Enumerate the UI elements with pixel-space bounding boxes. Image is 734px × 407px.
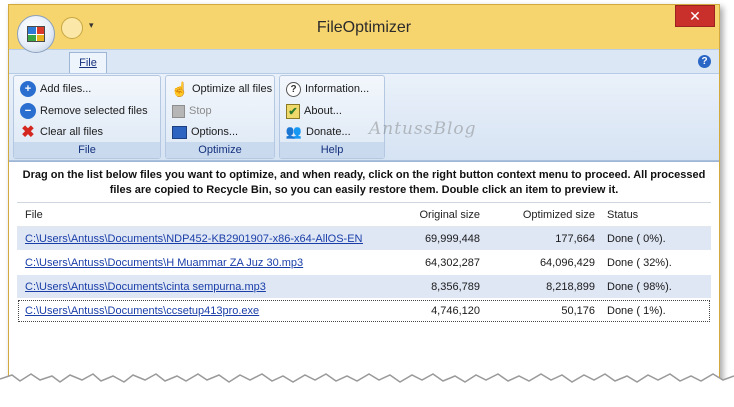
options-window-icon bbox=[172, 125, 187, 139]
stop-label: Stop bbox=[189, 105, 212, 117]
file-path[interactable]: C:\Users\Antuss\Documents\H Muammar ZA J… bbox=[25, 251, 363, 275]
optimized-size: 177,664 bbox=[555, 233, 595, 245]
instructions-text: Drag on the list below files you want to… bbox=[22, 169, 706, 196]
list-row[interactable]: C:\Users\Antuss\Documents\ccsetup413pro.… bbox=[17, 299, 711, 323]
options-label: Options... bbox=[191, 126, 239, 138]
clear-all-label: Clear all files bbox=[40, 126, 103, 138]
ribbon-group-help: ? Information... ✔ About... 👥 Donate... … bbox=[279, 75, 385, 159]
red-x-icon: ✖ bbox=[21, 124, 35, 141]
information-label: Information... bbox=[305, 83, 370, 95]
information-button[interactable]: ? Information... bbox=[286, 79, 369, 99]
app-logo-icon bbox=[27, 26, 45, 42]
hand-pointer-icon: ☝ bbox=[171, 80, 189, 97]
status: Done ( 0%). bbox=[607, 233, 666, 245]
clear-all-files-button[interactable]: ✖ Clear all files bbox=[20, 122, 103, 142]
stop-icon bbox=[172, 104, 185, 118]
optimized-size: 64,096,429 bbox=[539, 257, 595, 269]
original-size: 4,746,120 bbox=[431, 305, 480, 317]
list-row[interactable]: C:\Users\Antuss\Documents\H Muammar ZA J… bbox=[17, 251, 711, 275]
torn-edge-decoration bbox=[0, 373, 734, 407]
donate-label: Donate... bbox=[306, 126, 351, 138]
help-icon[interactable]: ? bbox=[698, 55, 711, 68]
group-label-file: File bbox=[14, 142, 160, 158]
remove-selected-label: Remove selected files bbox=[40, 105, 148, 117]
list-row[interactable]: C:\Users\Antuss\Documents\cinta sempurna… bbox=[17, 275, 711, 299]
optimized-size: 8,218,899 bbox=[546, 281, 595, 293]
ribbon-group-file: + Add files... − Remove selected files ✖… bbox=[13, 75, 161, 159]
column-header-optimized-size[interactable]: Optimized size bbox=[489, 203, 595, 227]
remove-icon: − bbox=[20, 103, 36, 119]
ribbon: + Add files... − Remove selected files ✖… bbox=[9, 73, 719, 161]
optimized-size: 50,176 bbox=[561, 305, 595, 317]
file-path[interactable]: C:\Users\Antuss\Documents\NDP452-KB29019… bbox=[25, 227, 363, 251]
about-label: About... bbox=[304, 105, 342, 117]
group-label-optimize: Optimize bbox=[166, 142, 274, 158]
list-row[interactable]: C:\Users\Antuss\Documents\NDP452-KB29019… bbox=[17, 227, 711, 251]
add-files-button[interactable]: + Add files... bbox=[20, 79, 91, 99]
file-path[interactable]: C:\Users\Antuss\Documents\cinta sempurna… bbox=[25, 275, 363, 299]
status: Done ( 98%). bbox=[607, 281, 672, 293]
about-button[interactable]: ✔ About... bbox=[286, 101, 342, 121]
about-check-icon: ✔ bbox=[286, 103, 300, 119]
ribbon-tab-row: File ? bbox=[9, 49, 719, 74]
column-header-original-size[interactable]: Original size bbox=[371, 203, 480, 227]
add-icon: + bbox=[20, 81, 36, 97]
column-header-file[interactable]: File bbox=[25, 203, 363, 227]
list-header: File Original size Optimized size Status bbox=[17, 203, 711, 227]
question-icon: ? bbox=[286, 81, 301, 97]
column-header-status[interactable]: Status bbox=[607, 203, 707, 227]
optimize-all-label: Optimize all files bbox=[192, 83, 273, 95]
remove-selected-files-button[interactable]: − Remove selected files bbox=[20, 101, 148, 121]
close-button[interactable]: ✕ bbox=[675, 5, 715, 27]
add-files-label: Add files... bbox=[40, 83, 92, 95]
status: Done ( 1%). bbox=[607, 305, 666, 317]
title-bar: ▾ FileOptimizer ✕ bbox=[9, 5, 719, 53]
group-label-help: Help bbox=[280, 142, 384, 158]
optimize-all-files-button[interactable]: ☝ Optimize all files bbox=[171, 79, 273, 99]
original-size: 64,302,287 bbox=[424, 257, 480, 269]
status: Done ( 32%). bbox=[607, 257, 672, 269]
app-window: ▾ FileOptimizer ✕ File ? + Add files... … bbox=[8, 4, 720, 399]
watermark: AntussBlog bbox=[369, 119, 477, 139]
window-title: FileOptimizer bbox=[316, 19, 412, 36]
original-size: 8,356,789 bbox=[431, 281, 480, 293]
tab-file[interactable]: File bbox=[69, 52, 107, 74]
application-menu-button[interactable] bbox=[17, 15, 55, 53]
original-size: 69,999,448 bbox=[424, 233, 480, 245]
donate-button[interactable]: 👥 Donate... bbox=[286, 122, 351, 142]
stop-button[interactable]: Stop bbox=[172, 101, 212, 121]
people-icon: 👥 bbox=[285, 124, 303, 139]
ribbon-group-optimize: ☝ Optimize all files Stop Options... Opt… bbox=[165, 75, 275, 159]
file-path[interactable]: C:\Users\Antuss\Documents\ccsetup413pro.… bbox=[25, 299, 363, 323]
options-button[interactable]: Options... bbox=[172, 122, 238, 142]
